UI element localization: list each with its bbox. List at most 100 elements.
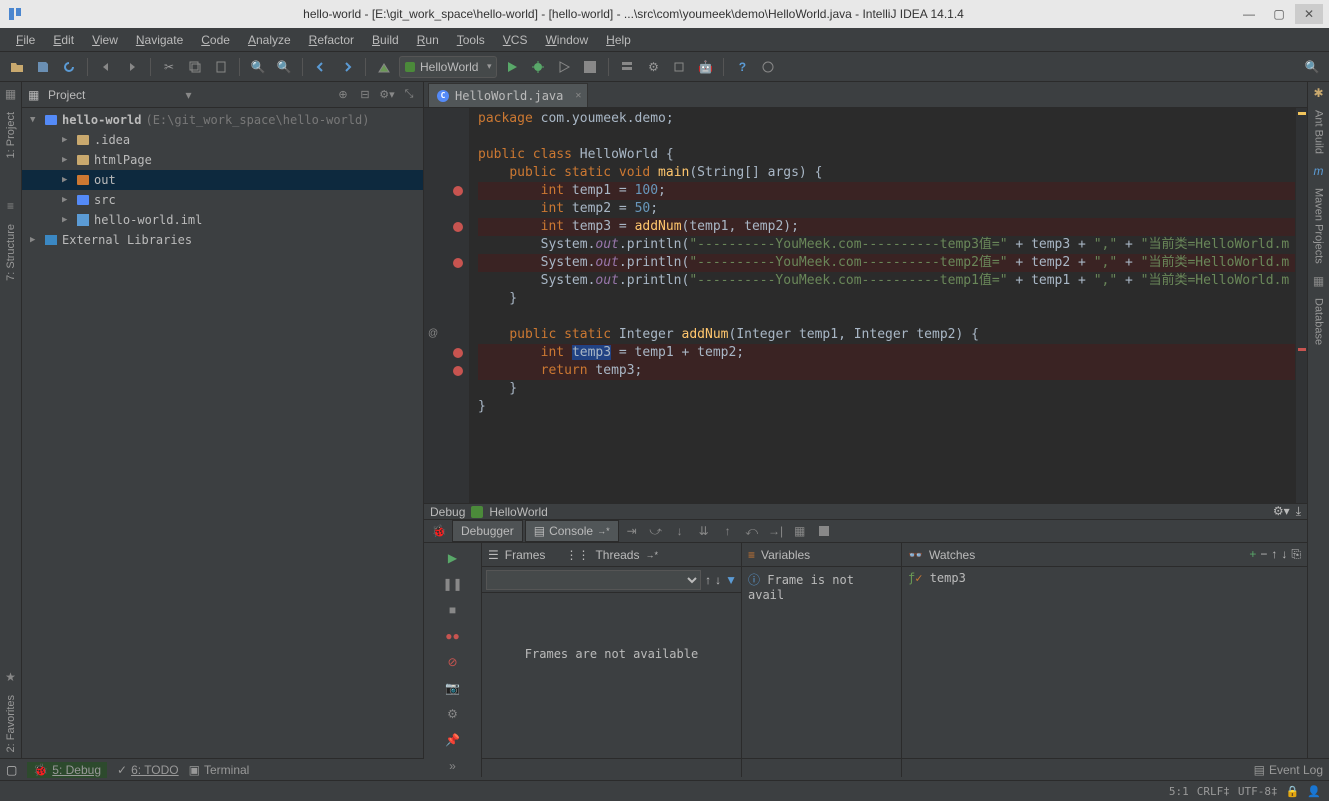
error-stripe[interactable] (1295, 108, 1307, 503)
encoding[interactable]: UTF-8‡ (1238, 785, 1278, 798)
caret-position[interactable]: 5:1 (1169, 785, 1189, 798)
copy-watch-icon[interactable]: ⎘ (1291, 547, 1301, 562)
menu-vcs[interactable]: VCS (495, 31, 536, 49)
menu-analyze[interactable]: Analyze (240, 31, 299, 49)
tree-item[interactable]: ▶.idea (22, 130, 423, 150)
thread-selector[interactable] (486, 570, 701, 590)
menu-code[interactable]: Code (193, 31, 238, 49)
favorites-tool-icon[interactable]: ★ (3, 669, 19, 685)
tool-window-icon[interactable]: ▢ (6, 763, 17, 777)
breakpoint-icon[interactable] (453, 258, 463, 268)
debug-gear-icon[interactable]: ⚙▾ (1273, 504, 1290, 519)
forward-icon[interactable] (336, 56, 358, 78)
mute-bp-icon[interactable]: ⊘ (442, 651, 464, 673)
tree-item[interactable]: ▶src (22, 190, 423, 210)
menu-window[interactable]: Window (537, 31, 596, 49)
structure-icon[interactable] (616, 56, 638, 78)
run-icon[interactable] (501, 56, 523, 78)
watch-item[interactable]: temp3 (930, 571, 966, 585)
watch-down-icon[interactable]: ↓ (1281, 547, 1287, 562)
project-tree[interactable]: ▼ hello-world (E:\git_work_space\hello-w… (22, 108, 423, 758)
force-step-icon[interactable]: ⇊ (693, 520, 715, 542)
more-icon[interactable]: » (442, 755, 464, 777)
help-icon[interactable]: ? (731, 56, 753, 78)
sync-icon[interactable] (58, 56, 80, 78)
settings-icon[interactable]: ⚙ (642, 56, 664, 78)
pin-icon[interactable]: 📌 (442, 729, 464, 751)
tree-item[interactable]: ▶hello-world.iml (22, 210, 423, 230)
right-tab-2[interactable]: Database (1311, 292, 1327, 351)
find-icon[interactable]: 🔍 (247, 56, 269, 78)
undo-icon[interactable] (95, 56, 117, 78)
resume-icon[interactable]: ▶ (442, 547, 464, 569)
breakpoint-icon[interactable] (453, 186, 463, 196)
debug-hide-icon[interactable]: ⤓ (1296, 504, 1301, 519)
eval-icon[interactable]: ▦ (789, 520, 811, 542)
prev-frame-icon[interactable]: ↑ (705, 573, 711, 587)
close-tab-icon[interactable]: ✕ (575, 90, 581, 101)
right-tab-0[interactable]: Ant Build (1311, 104, 1327, 160)
step-over-icon[interactable]: ⤻ (645, 520, 667, 542)
tree-item[interactable]: ▶htmlPage (22, 150, 423, 170)
debug-icon[interactable] (527, 56, 549, 78)
copy-icon[interactable] (184, 56, 206, 78)
open-icon[interactable] (6, 56, 28, 78)
search-everywhere-icon[interactable]: 🔍 (1301, 56, 1323, 78)
todo-tool-tab[interactable]: ✓6: TODO (117, 763, 179, 777)
gutter-override-icon[interactable]: @ (428, 328, 440, 340)
gear-icon[interactable]: ⚙▾ (379, 87, 395, 103)
make-icon[interactable] (373, 56, 395, 78)
cut-icon[interactable]: ✂ (158, 56, 180, 78)
right-tab-1[interactable]: Maven Projects (1311, 182, 1327, 270)
sdk-icon[interactable] (668, 56, 690, 78)
pause-icon[interactable]: ❚❚ (442, 573, 464, 595)
project-tool-icon[interactable]: ▦ (3, 86, 19, 102)
stop-icon[interactable] (579, 56, 601, 78)
menu-run[interactable]: Run (409, 31, 447, 49)
structure-tool-icon[interactable]: ≡ (3, 198, 19, 214)
filter-icon[interactable]: ▼ (725, 573, 737, 587)
frames-title[interactable]: Frames (505, 548, 546, 562)
show-exec-icon[interactable]: ⇥ (621, 520, 643, 542)
breakpoint-icon[interactable] (453, 348, 463, 358)
tree-item[interactable]: ▶out (22, 170, 423, 190)
right-icon-0[interactable]: m (1314, 164, 1324, 178)
collapse-icon[interactable]: ⊟ (357, 87, 373, 103)
tree-root[interactable]: ▼ hello-world (E:\git_work_space\hello-w… (22, 110, 423, 130)
step-out-icon[interactable]: ↑ (717, 520, 739, 542)
breakpoint-icon[interactable] (453, 366, 463, 376)
run-cursor-icon[interactable]: →| (765, 520, 787, 542)
watch-up-icon[interactable]: ↑ (1271, 547, 1277, 562)
stop-dbg-icon[interactable] (813, 520, 835, 542)
menu-navigate[interactable]: Navigate (128, 31, 191, 49)
remove-watch-icon[interactable]: − (1260, 547, 1267, 562)
maximize-button[interactable]: ▢ (1265, 4, 1293, 24)
redo-icon[interactable] (121, 56, 143, 78)
run-config-selector[interactable]: HelloWorld (399, 56, 497, 78)
stop2-icon[interactable]: ■ (442, 599, 464, 621)
debug-bug-icon[interactable]: 🐞 (428, 520, 450, 542)
terminal-tool-tab[interactable]: ▣Terminal (189, 763, 250, 777)
editor-tab[interactable]: C HelloWorld.java ✕ (428, 83, 588, 107)
add-watch-icon[interactable]: + (1249, 547, 1256, 562)
vars-title[interactable]: Variables (761, 548, 810, 562)
close-button[interactable]: ✕ (1295, 4, 1323, 24)
editor-body[interactable]: @ package com.youmeek.demo;public class … (424, 108, 1307, 503)
settings2-icon[interactable]: ⚙ (442, 703, 464, 725)
camera-icon[interactable]: 📷 (442, 677, 464, 699)
replace-icon[interactable]: 🔍 (273, 56, 295, 78)
menu-tools[interactable]: Tools (449, 31, 493, 49)
step-into-icon[interactable]: ↓ (669, 520, 691, 542)
paste-icon[interactable] (210, 56, 232, 78)
breakpoint-icon[interactable] (453, 222, 463, 232)
structure-tool-tab[interactable]: 7: Structure (3, 218, 19, 287)
breakpoints-icon[interactable]: ●● (442, 625, 464, 647)
debugger-tab[interactable]: Debugger (452, 520, 523, 542)
drop-frame-icon[interactable]: ⤺ (741, 520, 763, 542)
watches-body[interactable]: ƒ✓ temp3 (902, 567, 1307, 777)
tree-ext-lib[interactable]: ▶ External Libraries (22, 230, 423, 250)
menu-edit[interactable]: Edit (45, 31, 82, 49)
hide-icon[interactable]: ⤡ (401, 87, 417, 103)
event-log-tab[interactable]: ▤Event Log (1254, 763, 1323, 777)
project-tool-tab[interactable]: 1: Project (3, 106, 19, 164)
